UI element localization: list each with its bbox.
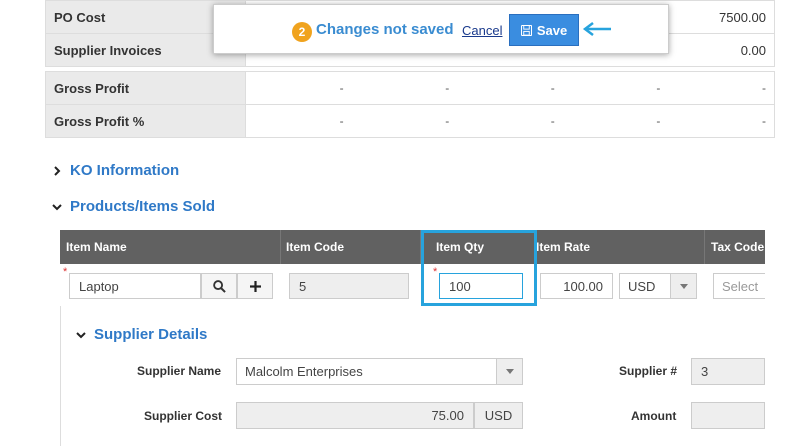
search-icon xyxy=(212,279,226,293)
changes-count-badge: 2 xyxy=(292,22,312,42)
gross-profit-cell: - xyxy=(445,81,450,95)
supplier-name-label: Supplier Name xyxy=(137,364,222,378)
chevron-down-icon xyxy=(52,203,62,210)
required-marker: * xyxy=(63,266,68,278)
arrow-left-icon xyxy=(582,22,611,36)
supplier-details-section[interactable]: Supplier Details xyxy=(76,326,207,343)
products-items-sold-section[interactable]: Products/Items Sold xyxy=(52,198,215,215)
item-rate-input[interactable]: 100.00 xyxy=(540,273,613,299)
supplier-cost-label: Supplier Cost xyxy=(144,409,223,423)
currency-select[interactable]: USD xyxy=(619,273,697,299)
save-button[interactable]: Save xyxy=(509,14,579,46)
gross-profit-pct-cell: - xyxy=(339,114,344,128)
gross-profit-pct-cell: - xyxy=(550,114,555,128)
floppy-disk-icon xyxy=(520,24,532,36)
column-tax-code: Tax Code xyxy=(711,240,765,254)
supplier-name-select[interactable]: Malcolm Enterprises xyxy=(236,358,523,385)
supplier-cost-currency: USD xyxy=(474,402,523,429)
item-code-field: 5 xyxy=(289,273,409,299)
caret-down-icon xyxy=(505,369,514,374)
supplier-cost-field: 75.00 xyxy=(236,402,474,429)
item-name-input[interactable]: Laptop xyxy=(69,273,201,299)
save-button-label: Save xyxy=(536,22,568,38)
supplier-number-label: Supplier # xyxy=(619,364,678,378)
items-grid-header: Item Name Item Code Item Qty Item Rate T… xyxy=(60,230,765,264)
chevron-right-icon xyxy=(54,165,61,176)
gross-profit-row: Gross Profit - - - - - xyxy=(45,71,775,105)
gross-profit-pct-label: Gross Profit % xyxy=(46,105,246,137)
tax-code-placeholder: Select xyxy=(722,278,759,294)
gross-profit-cell: - xyxy=(339,81,344,95)
gross-profit-label: Gross Profit xyxy=(46,72,246,104)
ko-information-section[interactable]: KO Information xyxy=(52,162,179,179)
item-qty-highlight xyxy=(421,230,537,306)
products-items-sold-title: Products/Items Sold xyxy=(70,198,216,215)
gross-profit-cell: - xyxy=(761,81,766,95)
ko-information-title: KO Information xyxy=(70,162,180,179)
cancel-link[interactable]: Cancel xyxy=(462,23,502,38)
amount-field xyxy=(691,402,765,429)
changes-not-saved-text: Changes not saved xyxy=(316,21,454,38)
tax-code-select[interactable]: Select xyxy=(713,273,765,299)
search-button[interactable] xyxy=(201,273,237,299)
column-item-name: Item Name xyxy=(66,240,127,254)
page: PO Cost 7500.00 Supplier Invoices 0.00 G… xyxy=(0,0,796,446)
supplier-number-field: 3 xyxy=(691,358,765,385)
supplier-details-title: Supplier Details xyxy=(94,326,208,343)
gross-profit-cell: - xyxy=(550,81,555,95)
gross-profit-pct-cell: - xyxy=(656,114,661,128)
currency-value: USD xyxy=(628,278,656,294)
gross-profit-pct-row: Gross Profit % - - - - - xyxy=(45,104,775,138)
supplier-name-value: Malcolm Enterprises xyxy=(245,364,363,379)
caret-down-icon xyxy=(679,283,688,289)
add-item-button[interactable] xyxy=(237,273,273,299)
column-item-rate: Item Rate xyxy=(536,240,591,254)
gross-profit-pct-cell: - xyxy=(445,114,450,128)
gross-profit-cell: - xyxy=(656,81,661,95)
column-item-code: Item Code xyxy=(286,240,345,254)
plus-icon xyxy=(249,280,261,292)
chevron-down-icon xyxy=(76,331,86,338)
gross-profit-pct-cell: - xyxy=(761,114,766,128)
amount-label: Amount xyxy=(631,409,677,423)
